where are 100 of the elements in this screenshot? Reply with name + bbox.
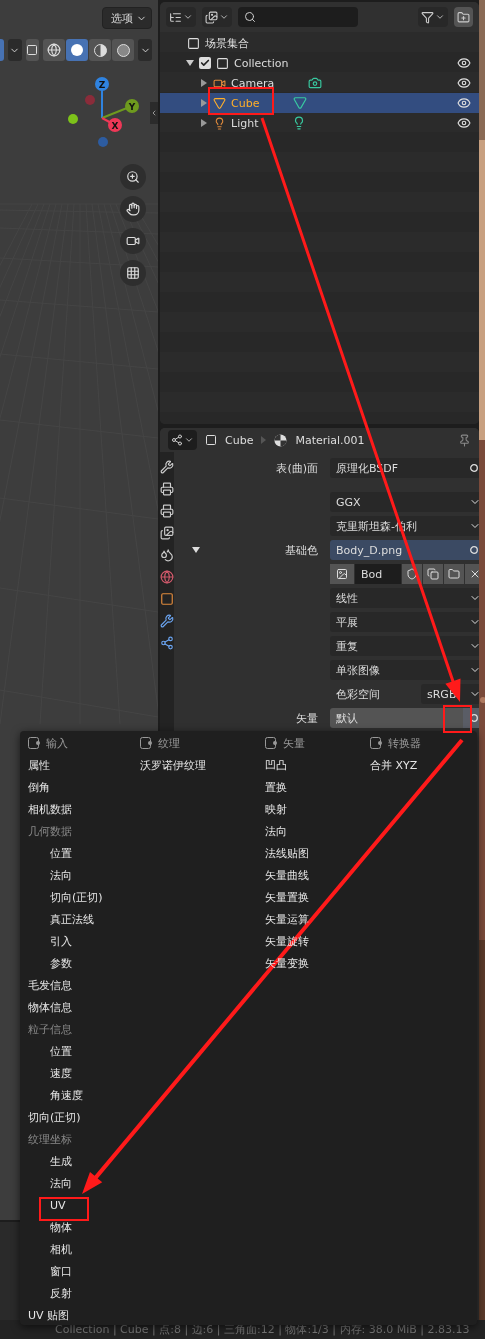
- menu-item[interactable]: 相机: [20, 1238, 132, 1260]
- outliner-row[interactable]: Light: [160, 113, 479, 133]
- socket-icon: [470, 546, 478, 554]
- menu-item[interactable]: 真正法线: [20, 908, 132, 930]
- menu-item[interactable]: 速度: [20, 1062, 132, 1084]
- menu-item[interactable]: 参数: [20, 952, 132, 974]
- pan-button[interactable]: [120, 196, 146, 222]
- tree-icon: [169, 10, 182, 24]
- shading-button[interactable]: [66, 39, 89, 61]
- menu-item[interactable]: 沃罗诺伊纹理: [132, 754, 257, 776]
- folder-button[interactable]: [444, 564, 464, 584]
- menu-item[interactable]: 相机数据: [20, 798, 132, 820]
- menu-item[interactable]: 位置: [20, 842, 132, 864]
- outliner-row[interactable]: Camera: [160, 73, 479, 93]
- menu-item[interactable]: 矢量置换: [257, 886, 362, 908]
- menu-item[interactable]: 物体信息: [20, 996, 132, 1018]
- modifier-tab-icon[interactable]: [160, 614, 174, 628]
- menu-item[interactable]: 置换: [257, 776, 362, 798]
- menu-item[interactable]: 合并 XYZ: [362, 754, 477, 776]
- dropdown[interactable]: GGX: [330, 492, 479, 512]
- menu-item[interactable]: 角速度: [20, 1084, 132, 1106]
- image-browse-button[interactable]: [330, 564, 354, 584]
- world-tab-icon[interactable]: [160, 570, 174, 584]
- menu-item[interactable]: UV: [20, 1194, 132, 1216]
- shading-button[interactable]: [89, 39, 112, 61]
- overlay-button[interactable]: [25, 39, 40, 61]
- new-collection-icon: [457, 10, 470, 24]
- menu-item[interactable]: 属性: [20, 754, 132, 776]
- menu-item[interactable]: 窗口: [20, 1260, 132, 1282]
- outliner-label: Light: [231, 116, 259, 130]
- particles-tab-icon[interactable]: [160, 636, 174, 650]
- caret-icon: [435, 12, 445, 22]
- zoom-button[interactable]: [120, 164, 146, 190]
- outliner-row[interactable]: Cube: [160, 93, 479, 113]
- search-field[interactable]: [238, 7, 358, 27]
- menu-item[interactable]: 毛发信息: [20, 974, 132, 996]
- menu-category: 粒子信息: [27, 1021, 73, 1038]
- menu-item[interactable]: 物体: [20, 1216, 132, 1238]
- scene-tab-icon[interactable]: [160, 548, 174, 562]
- editor-type-dropdown[interactable]: [168, 430, 197, 450]
- dropdown[interactable]: 重复: [330, 636, 479, 656]
- material-icon: [274, 433, 288, 447]
- menu-item[interactable]: 法向: [257, 820, 362, 842]
- texture-field[interactable]: Body_D.png: [330, 540, 479, 560]
- menu-item[interactable]: 倒角: [20, 776, 132, 798]
- image-name-field[interactable]: Bod: [355, 564, 401, 584]
- shading-button[interactable]: [43, 39, 66, 61]
- menu-item[interactable]: 法向: [20, 1172, 132, 1194]
- collapse-button[interactable]: [150, 102, 158, 124]
- menu-item[interactable]: 引入: [20, 930, 132, 952]
- expand-triangle-icon[interactable]: [192, 546, 200, 554]
- highlight-frame: [443, 705, 472, 733]
- menu-item[interactable]: 法线贴图: [257, 842, 362, 864]
- caret-icon: [183, 12, 193, 22]
- render-tab-icon[interactable]: [160, 482, 174, 496]
- view-layer-tab-icon[interactable]: [160, 526, 174, 540]
- menu-item[interactable]: 位置: [20, 1040, 132, 1062]
- menu-header: 纹理: [158, 735, 180, 751]
- checkbox[interactable]: [199, 57, 211, 69]
- dropdown[interactable]: 平展: [330, 612, 479, 632]
- breadcrumb-separator-icon: [261, 436, 267, 444]
- highlight-frame: [39, 1197, 89, 1221]
- menu-item[interactable]: 生成: [20, 1150, 132, 1172]
- dropdown[interactable]: 线性: [330, 588, 479, 608]
- menu-item[interactable]: 切向(正切): [20, 1106, 132, 1128]
- menu-item[interactable]: 凹凸: [257, 754, 362, 776]
- outliner-label: Camera: [231, 76, 275, 90]
- menu-item[interactable]: 切向(正切): [20, 886, 132, 908]
- expand-triangle-icon: [186, 59, 194, 67]
- close-button[interactable]: [465, 564, 479, 584]
- menu-item[interactable]: 反射: [20, 1282, 132, 1304]
- output-tab-icon[interactable]: [160, 504, 174, 518]
- menu-item[interactable]: 矢量曲线: [257, 864, 362, 886]
- dropdown[interactable]: 单张图像: [330, 660, 479, 680]
- socket-field[interactable]: 默认: [330, 708, 479, 728]
- filter-dropdown[interactable]: [418, 7, 448, 27]
- caret-icon: [219, 12, 229, 22]
- node-category-icon: [140, 737, 152, 749]
- outliner-row[interactable]: Collection: [160, 53, 479, 73]
- copy-button[interactable]: [423, 564, 443, 584]
- menu-item[interactable]: 映射: [257, 798, 362, 820]
- options-dropdown[interactable]: 选项: [102, 7, 152, 29]
- grid-button[interactable]: [120, 260, 146, 286]
- view-dropdown[interactable]: [202, 7, 232, 27]
- menu-item[interactable]: 法向: [20, 864, 132, 886]
- pin-icon[interactable]: [458, 433, 471, 447]
- tool-tab-icon[interactable]: [160, 460, 174, 474]
- menu-item[interactable]: 矢量运算: [257, 908, 362, 930]
- node-category-icon: [265, 737, 277, 749]
- display-mode-dropdown[interactable]: [166, 7, 196, 27]
- camera-view-button[interactable]: [120, 228, 146, 254]
- object-tab-icon[interactable]: [160, 592, 174, 606]
- filter-icon: [421, 10, 434, 24]
- collapsed-triangle-icon: [200, 79, 208, 87]
- property-label: 色彩空间: [336, 686, 380, 702]
- socket-icon: [470, 714, 478, 722]
- shading-button[interactable]: [112, 39, 135, 61]
- new-collection-button[interactable]: [454, 7, 473, 27]
- grid-icon: [126, 266, 140, 280]
- dropdown-button[interactable]: [138, 39, 152, 61]
